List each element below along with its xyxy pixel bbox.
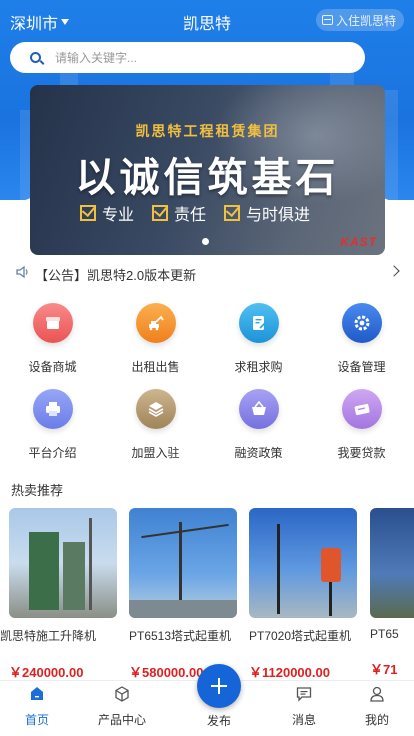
message-icon [295, 685, 313, 703]
hoist-shape [29, 532, 59, 610]
checkbox-icon [80, 205, 96, 221]
tab-label: 我的 [364, 713, 389, 727]
checkbox-icon [224, 205, 241, 221]
product-card[interactable]: 凯思特施工升降机 ￥240000.00 [0, 508, 117, 678]
grid-item-label: 加盟入驻 [131, 446, 180, 460]
grid-item-equipment-management[interactable]: 设备管理 [310, 303, 413, 375]
basket-icon [238, 389, 279, 429]
banner-headline: 以诚信筑基石 [75, 156, 340, 200]
document-edit-icon [238, 303, 279, 343]
layers-icon [135, 389, 176, 429]
product-image [370, 508, 414, 618]
tripod-shape [329, 582, 332, 616]
theodolite-shape [321, 548, 341, 582]
product-image [249, 508, 357, 618]
banner-subtitle: 凯思特工程租赁集团 [135, 123, 280, 139]
grid-item-platform-intro[interactable]: 平台介绍 [1, 389, 104, 461]
grid-item-label: 求租求购 [234, 360, 283, 374]
banner-tag-label: 与时俱进 [246, 207, 311, 224]
chevron-right-icon [388, 265, 400, 277]
product-image [9, 508, 117, 618]
tab-label: 产品中心 [97, 713, 146, 727]
publish-button[interactable] [197, 664, 241, 708]
tab-home[interactable]: 首页 [0, 685, 77, 728]
product-price: ￥71 [370, 662, 398, 677]
tab-messages[interactable]: 消息 [264, 685, 344, 728]
product-image [129, 508, 237, 618]
banner-tags: 专业 责任 与时俱进 [80, 201, 310, 225]
crane-jib [141, 523, 229, 539]
join-label: 入住凯思特 [335, 13, 396, 28]
notice-text: 【公告】凯思特2.0版本更新 [35, 268, 197, 283]
product-name: PT7020塔式起重机 [249, 629, 352, 643]
crane-mast [277, 524, 280, 614]
checkbox-icon [152, 205, 169, 221]
product-card[interactable]: PT7020塔式起重机 ￥1120000.00 [249, 508, 357, 678]
banner-tag: 与时俱进 [224, 201, 310, 225]
search-bar[interactable] [10, 42, 365, 73]
grid-item-franchise[interactable]: 加盟入驻 [104, 389, 207, 461]
brand-logo: KAST [340, 235, 377, 249]
settings-icon [341, 303, 382, 343]
store-small-icon [321, 15, 333, 25]
search-input[interactable] [55, 50, 335, 65]
product-card[interactable]: PT6513塔式起重机 ￥580000.00 [129, 508, 237, 678]
publish-label: 发布 [206, 714, 231, 728]
excavator-icon [135, 303, 176, 343]
grid-item-rent-buy-request[interactable]: 求租求购 [207, 303, 310, 375]
hoist-shape [63, 542, 85, 610]
product-price: ￥240000.00 [9, 665, 84, 678]
grid-item-rent-sell[interactable]: 出租出售 [104, 303, 207, 375]
product-name: 凯思特施工升降机 [0, 629, 97, 643]
product-name: PT6513塔式起重机 [129, 629, 232, 643]
grid-item-equipment-mall[interactable]: 设备商城 [1, 303, 104, 375]
banner-tag-label: 专业 [102, 207, 135, 224]
printer-icon [32, 389, 73, 429]
top-bar: 深圳市 凯思特 入住凯思特 [0, 0, 414, 40]
tab-label: 首页 [24, 713, 49, 727]
speaker-icon [16, 265, 28, 279]
grid-item-label: 设备商城 [28, 360, 77, 374]
banner-tag-label: 责任 [174, 207, 207, 224]
grid-item-label: 出租出售 [131, 360, 180, 374]
carousel-indicator[interactable] [202, 238, 209, 245]
cube-icon [113, 685, 131, 703]
store-icon [32, 303, 73, 343]
banner-tag: 责任 [152, 201, 206, 225]
tab-label: 消息 [291, 713, 316, 727]
search-icon [30, 52, 41, 63]
product-name: PT65 [370, 627, 399, 641]
tab-mine[interactable]: 我的 [337, 685, 414, 728]
grid-item-label: 我要贷款 [337, 446, 386, 460]
join-button[interactable]: 入住凯思特 [315, 9, 404, 31]
product-card[interactable]: PT65 ￥71 [370, 508, 414, 678]
promo-banner[interactable]: 凯思特工程租赁集团 以诚信筑基石 专业 责任 与时俱进 KAST [30, 85, 385, 255]
home-icon [28, 685, 46, 703]
product-price: ￥1120000.00 [249, 665, 330, 678]
banner-tag: 专业 [80, 201, 134, 225]
grid-item-loan[interactable]: 我要贷款 [310, 389, 413, 461]
ground [129, 600, 237, 618]
grid-item-label: 平台介绍 [28, 446, 77, 460]
product-carousel[interactable]: 凯思特施工升降机 ￥240000.00 PT6513塔式起重机 ￥580000.… [0, 508, 414, 678]
grid-item-financing-policy[interactable]: 融资政策 [207, 389, 310, 461]
tab-products[interactable]: 产品中心 [82, 685, 162, 728]
mast-shape [89, 518, 92, 610]
notice-bar[interactable]: 【公告】凯思特2.0版本更新 [0, 262, 414, 284]
section-title-hot: 热卖推荐 [11, 483, 64, 498]
ticket-icon [341, 389, 382, 429]
grid-item-label: 融资政策 [234, 446, 283, 460]
user-icon [368, 685, 386, 703]
grid-item-label: 设备管理 [337, 360, 386, 374]
